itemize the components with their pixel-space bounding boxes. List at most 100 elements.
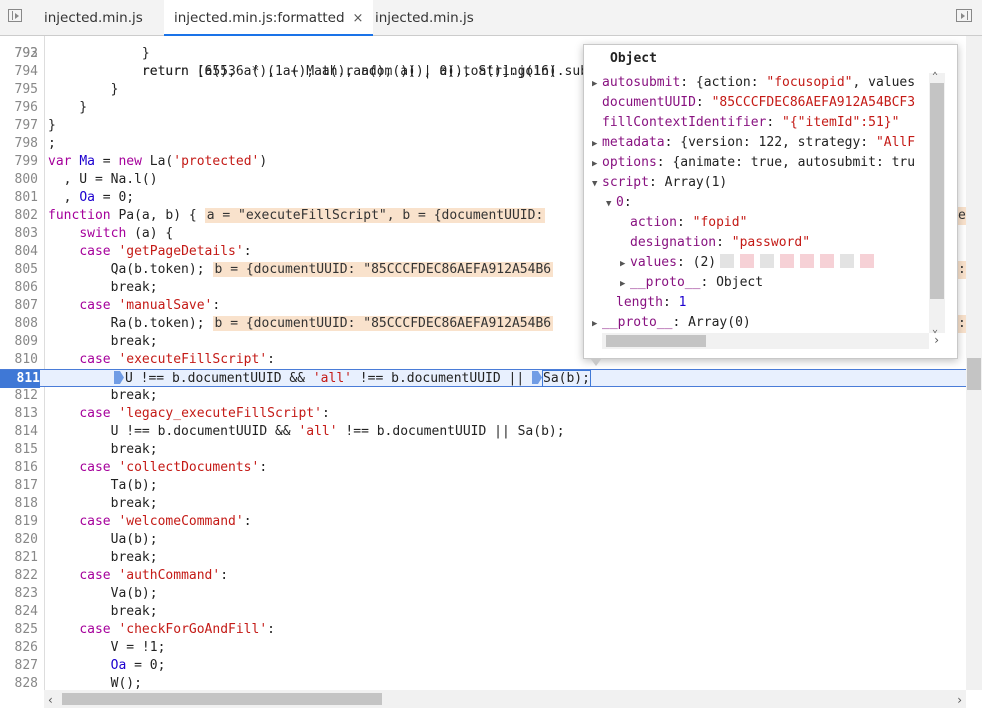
code-text: Ua(b); xyxy=(48,532,158,547)
property-key: 0 xyxy=(616,195,624,210)
expand-triangle-icon[interactable]: ▶ xyxy=(592,314,602,333)
line-number[interactable]: 795 xyxy=(0,81,38,99)
editor-tab-bar: injected.min.js injected.min.js:formatte… xyxy=(0,0,982,36)
line-number[interactable]: 798 xyxy=(0,135,38,153)
line-number[interactable]: 810 xyxy=(0,351,38,369)
line-number[interactable]: 812 xyxy=(0,387,38,405)
toggle-navigator-icon[interactable] xyxy=(8,9,22,22)
line-number[interactable]: 807 xyxy=(0,297,38,315)
line-number[interactable]: 814 xyxy=(0,423,38,441)
scroll-thumb[interactable] xyxy=(606,335,706,347)
line-number[interactable]: 808 xyxy=(0,315,38,333)
line-number[interactable]: 811 xyxy=(0,370,40,388)
line-number[interactable]: 823 xyxy=(0,585,38,603)
code-line: 828 W(); xyxy=(0,675,966,690)
expand-triangle-icon[interactable]: ▶ xyxy=(592,134,602,154)
tab-label: injected.min.js xyxy=(44,10,143,26)
tab-injected-min-js-formatted[interactable]: injected.min.js:formatted × xyxy=(164,0,374,36)
code-text: break; xyxy=(48,549,158,567)
object-property-row[interactable]: ▶ options: {animate: true, autosubmit: tr… xyxy=(592,153,915,173)
line-number[interactable]: 796 xyxy=(0,99,38,117)
code-text: case 'authCommand': xyxy=(48,567,228,585)
line-number[interactable]: 804 xyxy=(0,243,38,261)
code-text: case 'executeFillScript': xyxy=(79,352,275,367)
object-tree: Object ▶ autosubmit: {action: "focusopid"… xyxy=(584,45,929,333)
expand-triangle-icon[interactable]: ▶ xyxy=(620,274,630,294)
line-number[interactable]: 806 xyxy=(0,279,38,297)
code-text: } xyxy=(48,100,88,115)
code-text: } xyxy=(48,117,56,135)
code-text: W(); xyxy=(48,675,142,690)
expand-triangle-icon[interactable]: ▶ xyxy=(592,154,602,174)
close-tab-icon[interactable]: × xyxy=(353,11,364,26)
property-key: options xyxy=(602,155,657,170)
property-value: : Array(0) xyxy=(672,315,751,330)
line-number[interactable]: 797 xyxy=(0,117,38,135)
line-number[interactable]: 818 xyxy=(0,495,38,513)
collapse-triangle-icon[interactable]: ▼ xyxy=(606,194,616,214)
editor-vertical-scrollbar[interactable] xyxy=(966,36,982,690)
line-number[interactable]: 794 xyxy=(0,63,38,81)
scroll-thumb[interactable] xyxy=(62,693,382,705)
line-number[interactable]: 826 xyxy=(0,639,38,657)
code-text: } xyxy=(48,99,87,117)
object-property-row[interactable]: ▶ metadata: {version: 122, strategy: "All… xyxy=(592,133,915,153)
expand-triangle-icon[interactable]: ▶ xyxy=(592,74,602,94)
code-text: case 'manualSave': xyxy=(48,297,220,315)
code-line: 814 U !== b.documentUUID && 'all' !== b.… xyxy=(0,423,966,441)
tab-injected-min-js[interactable]: injected.min.js xyxy=(44,0,143,36)
line-number[interactable]: 820 xyxy=(0,531,38,549)
scroll-up-icon[interactable]: ⌃ xyxy=(932,71,938,82)
line-number[interactable]: 815 xyxy=(0,441,38,459)
line-number[interactable]: 802 xyxy=(0,207,38,225)
popover-horizontal-scrollbar[interactable]: › xyxy=(602,333,939,349)
object-property-row[interactable]: ▼ 0: xyxy=(606,193,632,213)
line-number[interactable]: 800 xyxy=(0,171,38,189)
code-line: 818 break; xyxy=(0,495,966,513)
line-number[interactable]: 793 xyxy=(0,45,38,63)
line-number[interactable]: 803 xyxy=(0,225,38,243)
line-number[interactable]: 821 xyxy=(0,549,38,567)
line-number[interactable]: 816 xyxy=(0,459,38,477)
line-number[interactable]: 809 xyxy=(0,333,38,351)
line-number[interactable]: 825 xyxy=(0,621,38,639)
property-key: length xyxy=(616,295,663,310)
popover-vertical-scrollbar[interactable]: ⌃ ⌄ xyxy=(929,71,945,335)
hovered-call-expression[interactable]: Sa(b); xyxy=(542,370,591,387)
code-text: , Oa = 0; xyxy=(48,189,134,207)
line-number[interactable]: 799 xyxy=(0,153,38,171)
toggle-debugger-icon[interactable] xyxy=(956,9,972,22)
editor-horizontal-scrollbar[interactable]: ‹ › xyxy=(44,690,966,708)
object-property-row[interactable]: ▶ values: (2) xyxy=(620,253,880,273)
property-value: , values xyxy=(852,75,916,90)
line-number[interactable]: 813 xyxy=(0,405,38,423)
object-property-row[interactable]: ▶ __proto__: Object xyxy=(620,273,763,293)
inline-breakpoint-icon[interactable] xyxy=(114,371,124,384)
tab-injected-min-js-2[interactable]: injected.min.js xyxy=(375,0,474,36)
redaction-block xyxy=(760,254,775,268)
line-number[interactable]: 805 xyxy=(0,261,38,279)
tab-label: injected.min.js:formatted xyxy=(174,10,345,26)
line-number[interactable]: 801 xyxy=(0,189,38,207)
line-number[interactable]: 817 xyxy=(0,477,38,495)
redacted-values xyxy=(720,254,880,270)
line-number[interactable]: 827 xyxy=(0,657,38,675)
object-property-row[interactable]: ▶ autosubmit: {action: "focusopid", value… xyxy=(592,73,915,93)
line-number[interactable]: 824 xyxy=(0,603,38,621)
scroll-left-icon[interactable]: ‹ xyxy=(48,693,53,707)
scroll-right-icon[interactable]: › xyxy=(957,693,962,707)
scroll-right-icon[interactable]: › xyxy=(934,333,939,347)
collapse-triangle-icon[interactable]: ▼ xyxy=(592,174,602,194)
scroll-thumb[interactable] xyxy=(967,358,981,390)
scroll-thumb[interactable] xyxy=(930,83,944,299)
line-number[interactable]: 819 xyxy=(0,513,38,531)
expand-triangle-icon[interactable]: ▶ xyxy=(620,254,630,274)
line-number[interactable]: 822 xyxy=(0,567,38,585)
line-number[interactable]: 828 xyxy=(0,675,38,690)
code-text: ; xyxy=(48,136,56,151)
object-property-row[interactable]: ▶ __proto__: Array(0) xyxy=(592,313,751,333)
object-property-row[interactable]: ▼ script: Array(1) xyxy=(592,173,727,193)
property-string-value: "{"itemId":51}" xyxy=(782,115,900,130)
inline-breakpoint-icon[interactable] xyxy=(532,371,542,384)
code-line: 824 break; xyxy=(0,603,966,621)
